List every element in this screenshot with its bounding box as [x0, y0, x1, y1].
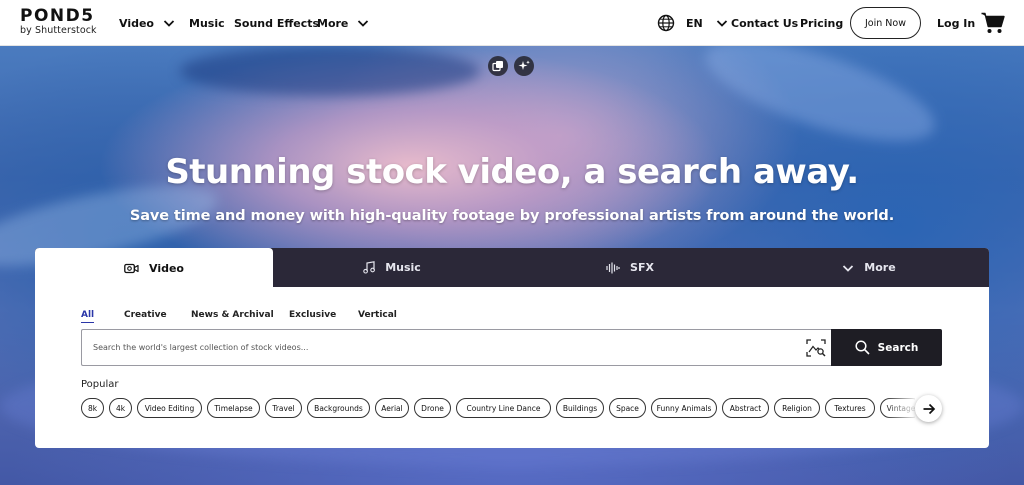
filter-vertical[interactable]: Vertical	[358, 310, 397, 320]
popular-chip[interactable]: Timelapse	[207, 398, 260, 418]
nav-sound-effects[interactable]: Sound Effects	[234, 0, 319, 46]
copy-icon	[492, 61, 503, 72]
filter-news-archival[interactable]: News & Archival	[191, 310, 274, 320]
popular-chip[interactable]: 4k	[109, 398, 132, 418]
top-nav: POND5 by Shutterstock Video Music Sound …	[0, 0, 1024, 46]
nav-video-label: Video	[119, 16, 154, 30]
popular-chip[interactable]: Textures	[825, 398, 875, 418]
globe-icon	[657, 14, 675, 32]
join-now-label: Join Now	[865, 17, 906, 29]
pond5-logo[interactable]: POND5 by Shutterstock	[20, 7, 97, 37]
tab-more-label: More	[864, 261, 896, 274]
popular-chip[interactable]: Space	[609, 398, 646, 418]
tab-sfx[interactable]: SFX	[511, 248, 749, 287]
popular-chip[interactable]: 8k	[81, 398, 104, 418]
popular-chip[interactable]: Buildings	[556, 398, 604, 418]
nav-sound-effects-label: Sound Effects	[234, 16, 320, 30]
contact-us-label: Contact Us	[731, 16, 799, 30]
chevron-down-icon	[843, 264, 854, 272]
nav-music[interactable]: Music	[189, 0, 225, 46]
popular-label: Popular	[81, 379, 119, 390]
search-box	[81, 329, 831, 366]
chevron-down-icon	[716, 20, 727, 27]
tab-video[interactable]: Video	[35, 248, 273, 288]
waveform-icon	[606, 262, 620, 273]
filter-exclusive[interactable]: Exclusive	[289, 310, 336, 320]
popular-chip[interactable]: Funny Animals	[651, 398, 717, 418]
logo-wordmark: POND5	[20, 6, 95, 26]
ai-tool-button[interactable]	[514, 56, 534, 76]
image-search-icon[interactable]	[806, 339, 826, 357]
popular-chip[interactable]: Abstract	[722, 398, 769, 418]
contact-us-link[interactable]: Contact Us	[731, 0, 798, 46]
tab-sfx-label: SFX	[630, 261, 654, 274]
log-in-link[interactable]: Log In	[937, 0, 975, 46]
popular-chip[interactable]: Religion	[774, 398, 820, 418]
tab-music[interactable]: Music	[273, 248, 511, 287]
tab-more[interactable]: More	[749, 248, 989, 287]
search-button-label: Search	[877, 341, 919, 354]
chips-fade	[885, 396, 919, 420]
chevron-down-icon	[163, 20, 175, 27]
popular-chip[interactable]: Video Editing	[137, 398, 202, 418]
tab-music-label: Music	[385, 261, 421, 274]
log-in-label: Log In	[937, 16, 976, 30]
filter-creative[interactable]: Creative	[124, 310, 167, 320]
popular-chip[interactable]: Drone	[414, 398, 451, 418]
pricing-link[interactable]: Pricing	[800, 0, 843, 46]
language-selector[interactable]: EN	[657, 0, 728, 46]
search-panel: Video Music SFX More All Creative News &…	[35, 248, 989, 448]
popular-chip[interactable]: Aerial	[375, 398, 409, 418]
copy-tool-button[interactable]	[488, 56, 508, 76]
music-note-icon	[363, 261, 376, 274]
video-camera-icon	[124, 263, 139, 273]
hero-ice-highlight	[695, 46, 945, 162]
cart-icon[interactable]	[981, 12, 1005, 34]
search-button[interactable]: Search	[831, 329, 942, 366]
sparkle-icon	[518, 60, 530, 70]
pricing-label: Pricing	[800, 16, 844, 30]
nav-more[interactable]: More	[317, 0, 369, 46]
chevron-down-icon	[358, 20, 369, 27]
language-label: EN	[686, 16, 703, 30]
popular-chip[interactable]: Backgrounds	[307, 398, 370, 418]
arrow-right-icon	[923, 403, 935, 414]
chips-next-button[interactable]	[915, 395, 942, 422]
popular-chip[interactable]: Country Line Dance	[456, 398, 551, 418]
tab-video-label: Video	[149, 261, 184, 275]
search-input[interactable]	[82, 330, 782, 365]
nav-more-label: More	[317, 16, 349, 30]
search-icon	[855, 340, 870, 355]
popular-chip[interactable]: Travel	[265, 398, 302, 418]
nav-music-label: Music	[189, 16, 225, 30]
nav-video[interactable]: Video	[119, 0, 175, 46]
hero-subheadline: Save time and money with high-quality fo…	[129, 208, 895, 224]
media-type-tabs: Video Music SFX More	[35, 248, 989, 288]
filter-all[interactable]: All	[81, 310, 95, 323]
hero-ice-shadow	[180, 46, 480, 96]
popular-searches: 8k 4k Video Editing Timelapse Travel Backgrou…	[81, 398, 915, 418]
hero-headline: Stunning stock video, a search away.	[165, 152, 859, 192]
join-now-button[interactable]: Join Now	[850, 7, 921, 39]
logo-byline: by Shutterstock	[20, 25, 97, 36]
